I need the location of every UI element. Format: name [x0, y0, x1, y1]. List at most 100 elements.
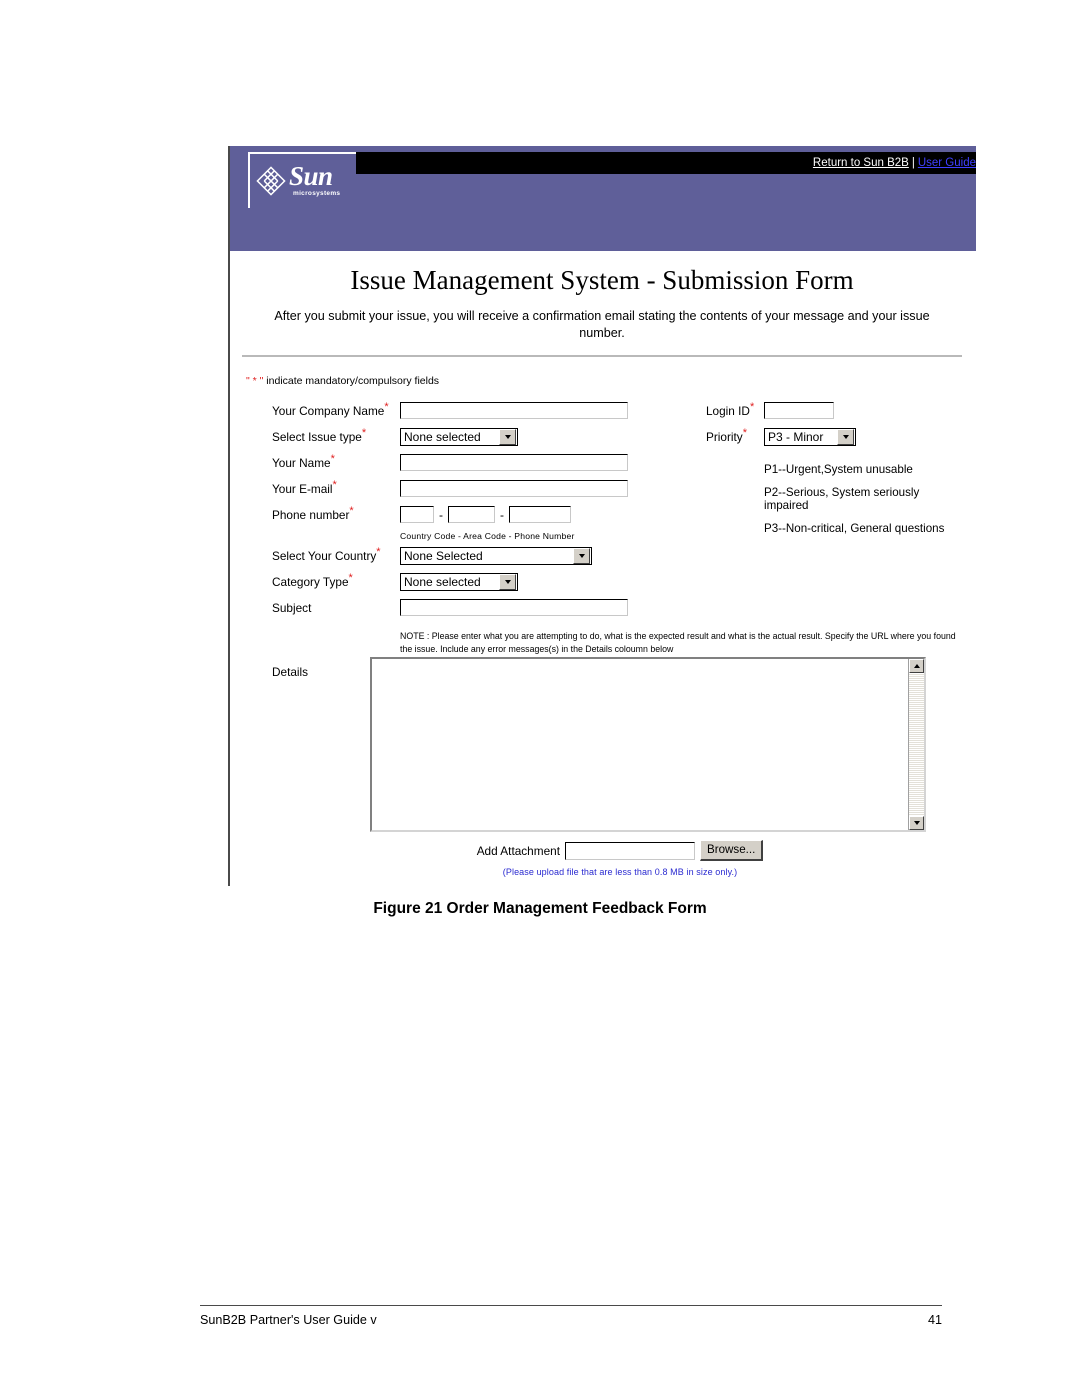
- required-asterisk: *: [349, 504, 354, 517]
- sun-wordmark-text: Sun: [289, 161, 333, 192]
- phone-number-input[interactable]: [509, 506, 571, 524]
- mandatory-note-text: indicate mandatory/compulsory fields: [263, 374, 440, 387]
- label-priority-text: Priority: [706, 429, 743, 444]
- priority-select[interactable]: P3 - Minor: [764, 427, 856, 446]
- label-your-name-text: Your Name: [272, 455, 331, 470]
- page-footer-title: SunB2B Partner's User Guide v: [200, 1313, 377, 1327]
- form-columns: Your Company Name* Select Issue type* No…: [242, 401, 962, 624]
- figure-caption: Figure 21 Order Management Feedback Form: [373, 900, 707, 917]
- login-id-input[interactable]: [764, 402, 834, 420]
- field-row-priority: Priority* P3 - Minor: [706, 427, 962, 447]
- header-divider: [242, 354, 962, 357]
- scroll-down-icon[interactable]: [909, 816, 924, 831]
- label-phone-number: Phone number*: [272, 504, 400, 522]
- chevron-down-icon[interactable]: [499, 573, 516, 590]
- label-company-name: Your Company Name*: [272, 400, 400, 418]
- details-scrollbar[interactable]: [908, 659, 924, 831]
- priority-legend-p2: P2--Serious, System seriously impaired: [764, 485, 920, 512]
- sun-wordmark-subtext: microsystems: [293, 190, 341, 198]
- form-right-column: Login ID* Priority* P3 - Minor P1--Urgen…: [692, 401, 962, 624]
- label-subject: Subject: [272, 600, 312, 615]
- label-country-text: Select Your Country: [272, 548, 377, 563]
- issue-type-select[interactable]: None selected: [400, 427, 518, 446]
- page-intro-text: After you submit your issue, you will re…: [274, 309, 930, 341]
- label-email: Your E-mail*: [272, 478, 400, 496]
- page-title: Issue Management System - Submission For…: [350, 265, 854, 295]
- field-row-your-name: Your Name*: [272, 453, 692, 473]
- return-to-sun-b2b-link[interactable]: Return to Sun B2B: [813, 157, 909, 169]
- phone-separator: -: [439, 507, 443, 522]
- details-note: NOTE : Please enter what you are attempt…: [400, 630, 956, 654]
- mandatory-quote: " * ": [246, 374, 264, 387]
- label-country: Select Your Country*: [272, 545, 400, 563]
- subject-input[interactable]: [400, 599, 628, 617]
- details-textarea[interactable]: [372, 659, 908, 831]
- chevron-down-icon[interactable]: [499, 428, 516, 445]
- country-selected-value: None Selected: [404, 548, 483, 563]
- required-asterisk: *: [332, 478, 337, 491]
- field-row-email: Your E-mail*: [272, 479, 692, 499]
- priority-legend-p1: P1--Urgent,System unusable: [764, 462, 913, 476]
- label-login-id: Login ID*: [706, 400, 764, 418]
- label-phone-number-text: Phone number: [272, 507, 350, 522]
- phone-area-code-input[interactable]: [448, 506, 495, 524]
- issue-type-selected-value: None selected: [404, 429, 481, 444]
- field-row-details: Details: [242, 657, 962, 833]
- required-asterisk: *: [376, 545, 381, 558]
- label-your-name: Your Name*: [272, 452, 400, 470]
- form-left-column: Your Company Name* Select Issue type* No…: [242, 401, 692, 624]
- field-row-subject: Subject: [272, 598, 692, 618]
- browse-button[interactable]: Browse...: [699, 840, 764, 862]
- required-asterisk: *: [749, 400, 755, 413]
- sun-logo[interactable]: Sun microsystems: [248, 152, 356, 208]
- required-asterisk: *: [384, 400, 389, 413]
- field-row-phone: Phone number* - -: [272, 505, 692, 525]
- user-guide-link[interactable]: User Guide: [918, 157, 976, 169]
- browser-screenshot: Sun microsystems Return to Sun B2B | Use…: [228, 146, 976, 886]
- field-row-category-type: Category Type* None selected: [272, 572, 692, 592]
- sun-wordmark: Sun microsystems: [289, 161, 341, 198]
- required-asterisk: *: [361, 426, 367, 439]
- label-issue-type-text: Select Issue type: [272, 429, 362, 444]
- your-name-input[interactable]: [400, 454, 628, 472]
- label-email-text: Your E-mail: [272, 481, 333, 496]
- details-textarea-wrapper: [370, 657, 926, 833]
- label-company-name-text: Your Company Name: [272, 403, 385, 418]
- label-login-id-text: Login ID: [706, 403, 750, 418]
- sun-diamond-logo-icon: [256, 166, 286, 196]
- country-select[interactable]: None Selected: [400, 546, 592, 565]
- page-body: Issue Management System - Submission For…: [230, 265, 976, 886]
- priority-selected-value: P3 - Minor: [768, 429, 824, 444]
- attachment-row: Add Attachment Browse...: [242, 840, 962, 862]
- label-add-attachment: Add Attachment: [476, 843, 560, 858]
- field-row-login-id: Login ID*: [706, 401, 962, 421]
- field-row-issue-type: Select Issue type* None selected: [272, 427, 692, 447]
- priority-legend-p3: P3--Non-critical, General questions: [764, 521, 945, 535]
- required-asterisk: *: [742, 426, 747, 439]
- masthead-link-bar: Return to Sun B2B | User Guide: [356, 152, 976, 174]
- email-input[interactable]: [400, 480, 628, 498]
- category-type-select[interactable]: None selected: [400, 572, 518, 591]
- chevron-down-icon[interactable]: [837, 428, 854, 445]
- phone-country-code-input[interactable]: [400, 506, 434, 524]
- category-type-selected-value: None selected: [404, 574, 481, 589]
- label-issue-type: Select Issue type*: [272, 426, 400, 444]
- attachment-size-note: (Please upload file that are less than 0…: [502, 867, 738, 878]
- company-name-input[interactable]: [400, 402, 628, 420]
- required-asterisk: *: [330, 452, 335, 465]
- phone-format-hint: Country Code - Area Code - Phone Number: [400, 530, 575, 541]
- site-masthead: Sun microsystems Return to Sun B2B | Use…: [230, 146, 976, 251]
- label-priority: Priority*: [706, 426, 764, 444]
- page-footer-rule: [200, 1305, 942, 1306]
- page-number: 41: [927, 1313, 942, 1327]
- mandatory-fields-note: " * " indicate mandatory/compulsory fiel…: [246, 375, 962, 387]
- scroll-up-icon[interactable]: [909, 659, 924, 674]
- link-separator: |: [911, 157, 915, 169]
- field-row-company-name: Your Company Name*: [272, 401, 692, 421]
- chevron-down-icon[interactable]: [573, 547, 590, 564]
- required-asterisk: *: [348, 571, 353, 584]
- attachment-input[interactable]: [564, 841, 695, 860]
- label-category-type: Category Type*: [272, 571, 400, 589]
- label-category-type-text: Category Type: [272, 574, 349, 589]
- field-row-country: Select Your Country* None Selected: [272, 546, 692, 566]
